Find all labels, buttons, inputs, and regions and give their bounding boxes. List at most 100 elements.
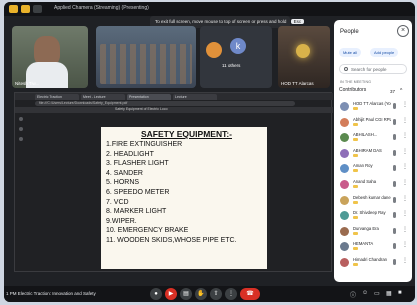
participant-tile[interactable]: Nitesh Tiw... xyxy=(12,26,88,88)
more-icon[interactable]: ⋮ xyxy=(402,132,408,139)
host-badge-icon xyxy=(353,169,358,173)
avatar xyxy=(340,211,349,221)
participant-row[interactable]: HOD TT Alarcas (You) ⋮ xyxy=(338,100,410,116)
participant-name: HEMANTA xyxy=(353,241,374,247)
mic-icon[interactable] xyxy=(393,134,396,141)
browser-tab[interactable]: Electric Traction xyxy=(35,94,79,100)
host-badge-icon xyxy=(353,184,358,188)
browser-tab[interactable]: Meet - Lecture xyxy=(81,94,125,100)
slide-list-item: 1.FIRE EXTINGUISHER xyxy=(106,141,183,148)
participant-row[interactable]: Himadri Chandran ⋮ xyxy=(338,256,410,272)
mic-icon[interactable] xyxy=(393,258,396,265)
more-icon[interactable]: ⋮ xyxy=(402,210,408,217)
participant-name: ABHILASH... xyxy=(353,132,378,138)
chat-icon[interactable]: ▭ xyxy=(374,290,380,297)
sidebar-dot-icon[interactable] xyxy=(19,137,23,141)
hand-icon[interactable]: ✋ xyxy=(195,288,207,300)
contributors-group[interactable]: Contributors 37 ^ xyxy=(339,87,407,97)
participant-name: ABHIRAM DAS xyxy=(353,147,382,153)
host-badge-icon xyxy=(353,138,358,142)
participant-row[interactable]: HEMANTA ⋮ xyxy=(338,240,410,256)
search-people-input[interactable]: Search for people xyxy=(339,64,407,74)
captions-icon[interactable]: ▤ xyxy=(180,288,192,300)
browser-tab[interactable]: Lecture xyxy=(173,94,217,100)
avatar xyxy=(340,195,349,205)
more-icon[interactable]: ⋮ xyxy=(402,148,408,155)
participant-row[interactable]: Anand Saha ⋮ xyxy=(338,178,410,194)
close-icon[interactable]: × xyxy=(397,25,409,37)
participant-name: Abhijit Paul CGI RPLY xyxy=(353,116,391,122)
chevron-up-icon[interactable]: ^ xyxy=(400,88,402,94)
address-bar[interactable]: file:///C:/Users/Lecture/Downloads/Safet… xyxy=(35,101,295,106)
others-tile[interactable]: k 11 others xyxy=(200,26,272,88)
lock-icon[interactable]: ■ xyxy=(398,290,402,296)
more-icon[interactable]: ⋮ xyxy=(402,257,408,264)
more-icon[interactable]: ⋮ xyxy=(402,101,408,108)
group-label: Contributors xyxy=(339,87,367,93)
browser-tab-active[interactable]: Presentation xyxy=(127,94,171,100)
mic-icon[interactable] xyxy=(393,118,396,125)
participant-row[interactable]: ABHIRAM DAS ⋮ xyxy=(338,147,410,163)
participant-row[interactable]: Abhijit Paul CGI RPLY ⋮ xyxy=(338,116,410,132)
sidebar-dot-icon[interactable] xyxy=(19,117,23,121)
participant-name: Himadri Chandran xyxy=(353,256,387,262)
host-badge-icon xyxy=(353,107,358,110)
more-icon[interactable]: ⋮ xyxy=(402,179,408,186)
participant-name: HOD TT Alarcas (You) xyxy=(353,101,391,106)
more-icon[interactable]: ⋮ xyxy=(225,288,237,300)
window-title: Applied Chamera (Streaming) (Presenting) xyxy=(54,5,149,11)
exit-fullscreen-key[interactable]: Esc xyxy=(290,19,305,24)
mic-icon[interactable]: ● xyxy=(150,288,162,300)
slide-title: SAFETY EQUIPMENT:- xyxy=(141,129,232,139)
people-icon[interactable]: ☺ xyxy=(362,290,368,296)
video-icon[interactable]: ▶ xyxy=(165,288,177,300)
more-icon[interactable]: ⋮ xyxy=(402,195,408,202)
more-icon[interactable]: ⋮ xyxy=(402,226,408,233)
participant-name: HOD TT Alarcas xyxy=(281,81,314,86)
mic-icon[interactable] xyxy=(393,149,396,156)
mic-icon[interactable] xyxy=(393,180,396,187)
sidebar-dot-icon[interactable] xyxy=(19,127,23,131)
app-home-icon[interactable] xyxy=(21,5,30,13)
activities-icon[interactable]: ▦ xyxy=(386,290,392,297)
mic-icon[interactable] xyxy=(393,165,396,172)
participant-mini-avatar xyxy=(206,42,222,58)
avatar xyxy=(340,117,349,127)
slide-page: SAFETY EQUIPMENT:- 1.FIRE EXTINGUISHER 2… xyxy=(101,127,267,269)
slide-list-item: 11. WOODEN SKIDS,WHOSE PIPE ETC. xyxy=(106,236,237,244)
slide-list-item: 8. MARKER LIGHT xyxy=(106,208,167,216)
participant-name: Debesh kumar dane xyxy=(353,194,391,200)
more-icon[interactable]: ⋮ xyxy=(402,117,408,124)
app-menu-icon[interactable] xyxy=(9,5,18,13)
participant-name: Nitesh Tiw... xyxy=(15,81,40,86)
mic-icon[interactable] xyxy=(393,212,396,219)
participant-row[interactable]: Durvanga Era ⋮ xyxy=(338,225,410,241)
classroom-tile[interactable] xyxy=(96,26,196,88)
slide-list-item: 7. VCD xyxy=(106,198,129,206)
participant-list: HOD TT Alarcas (You) ⋮ Abhijit Paul CGI RP… xyxy=(338,100,410,272)
participant-row[interactable]: Dr. Shivdeep Ray ⋮ xyxy=(338,209,410,225)
more-icon[interactable]: ⋮ xyxy=(402,163,408,170)
participant-row[interactable]: Aman Roy ⋮ xyxy=(338,162,410,178)
meeting-name: 1 PM Electric Traction: Innovation and S… xyxy=(6,291,96,296)
participant-name: Durvanga Era xyxy=(353,225,379,231)
participant-name: Dr. Shivdeep Ray xyxy=(353,210,386,216)
host-badge-icon xyxy=(353,200,358,204)
mic-icon[interactable] xyxy=(393,227,396,234)
others-count: 11 others xyxy=(222,63,241,68)
mic-icon[interactable] xyxy=(393,196,396,203)
end-call-icon[interactable]: ☎ xyxy=(240,288,260,300)
app-window-icon[interactable] xyxy=(33,5,42,13)
participant-row[interactable]: Debesh kumar dane ⋮ xyxy=(338,194,410,210)
participant-row[interactable]: ABHILASH... ⋮ xyxy=(338,131,410,147)
more-icon[interactable]: ⋮ xyxy=(402,241,408,248)
present-icon[interactable]: ⇧ xyxy=(210,288,222,300)
participant-tile[interactable]: HOD TT Alarcas xyxy=(278,26,330,88)
mic-icon[interactable] xyxy=(393,243,396,250)
mic-icon[interactable] xyxy=(393,103,396,109)
info-icon[interactable]: ⓘ xyxy=(350,290,356,299)
host-badge-icon xyxy=(353,247,358,251)
slide-list-item: 5. HORNS xyxy=(106,179,140,187)
mute-all-button[interactable]: Mute all xyxy=(339,48,362,57)
add-people-button[interactable]: Add people xyxy=(370,48,399,57)
